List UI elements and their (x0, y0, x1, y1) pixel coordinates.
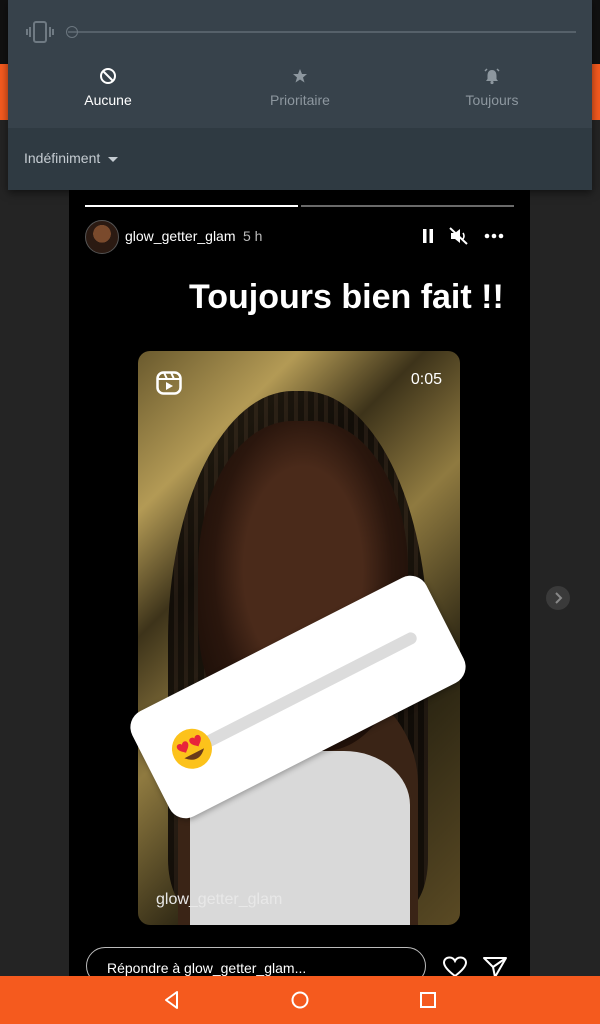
story-progress-segment (301, 205, 514, 207)
dnd-modes-section: Aucune Prioritaire Toujours (8, 0, 592, 128)
reel-duration: 0:05 (410, 371, 442, 388)
story-timestamp: 5 h (243, 228, 263, 244)
star-icon (293, 69, 307, 83)
mode-priority-label: Prioritaire (270, 92, 330, 108)
recent-apps-icon[interactable] (416, 988, 440, 1012)
story-caption: Toujours bien fait !! (189, 278, 504, 316)
mode-none-label: Aucune (84, 92, 132, 108)
more-options-icon[interactable] (483, 226, 505, 246)
mode-always-button[interactable]: Toujours (412, 66, 572, 108)
accent-edge-right (592, 64, 600, 120)
accent-edge-left (0, 64, 8, 120)
volume-slider-thumb[interactable] (66, 26, 78, 38)
avatar[interactable] (85, 220, 119, 254)
heart-eyes-emoji-icon[interactable] (164, 721, 220, 777)
reel-watermark-username: glow_getter_glam (156, 891, 283, 908)
mode-priority-button[interactable]: Prioritaire (220, 66, 380, 108)
volume-slider-track[interactable] (68, 31, 576, 33)
muted-speaker-icon[interactable] (448, 226, 470, 246)
block-icon (100, 68, 116, 84)
story-progress-fill (85, 205, 298, 207)
reply-placeholder: Répondre à glow_getter_glam... (107, 960, 307, 976)
duration-label: Indéfiniment (24, 150, 101, 166)
back-icon[interactable] (160, 988, 184, 1012)
pause-icon[interactable] (417, 226, 439, 246)
chevron-right-icon (555, 592, 563, 604)
mode-none-button[interactable]: Aucune (28, 66, 188, 108)
home-icon[interactable] (288, 988, 312, 1012)
duration-dropdown[interactable]: Indéfiniment (24, 150, 119, 166)
vibrate-icon[interactable] (26, 20, 54, 44)
story-username[interactable]: glow_getter_glam (125, 228, 236, 244)
next-story-button[interactable] (546, 586, 570, 610)
chevron-down-icon (108, 156, 119, 162)
story-viewer: glow_getter_glam 5 h Toujours bien fait … (69, 190, 530, 980)
mode-always-label: Toujours (465, 92, 519, 108)
reels-icon (156, 371, 182, 395)
system-navigation-bar (0, 976, 600, 1024)
alarm-bell-icon (484, 68, 500, 85)
story-progress-segment (85, 205, 298, 207)
do-not-disturb-panel: Aucune Prioritaire Toujours Indéfiniment (8, 0, 592, 190)
